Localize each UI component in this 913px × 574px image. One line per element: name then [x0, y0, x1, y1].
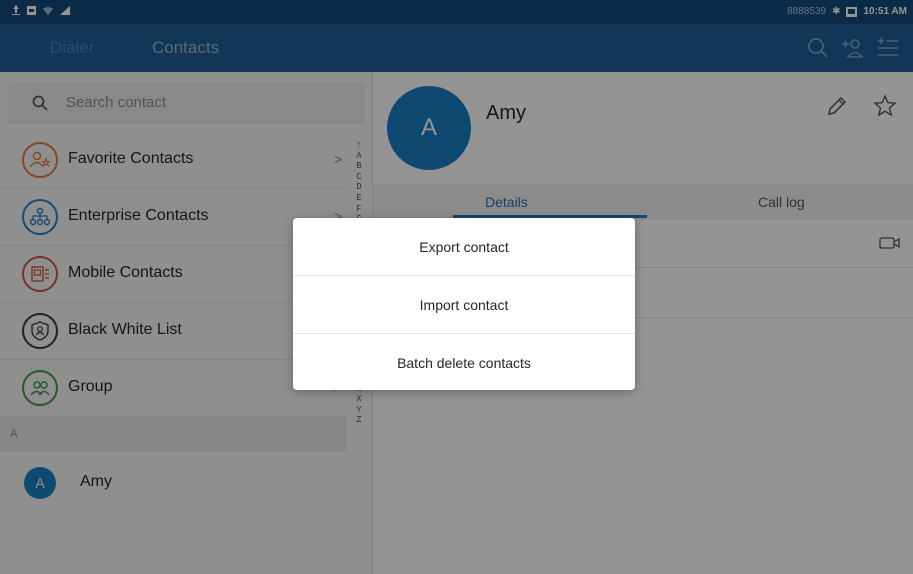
contacts-app: 8888539 ✱ 10:51 AM Dialer Contacts Searc…: [0, 0, 913, 574]
export-contact-option[interactable]: Export contact: [293, 218, 635, 275]
contact-options-dialog: Export contact Import contact Batch dele…: [293, 218, 635, 390]
batch-delete-contacts-option[interactable]: Batch delete contacts: [293, 334, 635, 390]
import-contact-option[interactable]: Import contact: [293, 276, 635, 333]
